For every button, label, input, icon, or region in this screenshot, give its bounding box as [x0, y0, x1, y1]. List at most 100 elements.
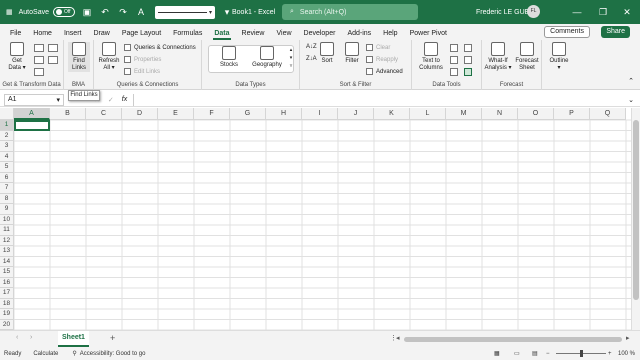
zoom-slider-thumb[interactable] [580, 350, 583, 357]
expand-formula-bar-icon[interactable]: ⌄ [628, 96, 634, 104]
column-header[interactable]: K [374, 108, 410, 120]
forecast-sheet-button[interactable]: Forecast Sheet [514, 42, 540, 72]
row-header[interactable]: 20 [0, 319, 14, 330]
normal-view-icon[interactable]: ▦ [494, 350, 500, 357]
tab-formulas[interactable]: Formulas [167, 30, 208, 40]
reapply-button[interactable]: Reapply [366, 56, 398, 63]
advanced-button[interactable]: Advanced [366, 68, 403, 75]
recent-sources-icon[interactable] [48, 44, 58, 52]
column-header[interactable]: E [158, 108, 194, 120]
consolidate-icon[interactable] [464, 44, 472, 52]
select-all-corner[interactable] [0, 108, 14, 120]
get-data-button[interactable]: Get Data ▾ [6, 42, 28, 72]
row-header[interactable]: 9 [0, 204, 14, 215]
row-header[interactable]: 6 [0, 172, 14, 183]
enter-icon[interactable]: ✓ [108, 96, 114, 104]
insert-function-icon[interactable]: fx [122, 96, 127, 103]
sort-descending-button[interactable]: Z↓A [306, 56, 317, 62]
sort-ascending-button[interactable]: A↓Z [306, 44, 317, 50]
vertical-scroll-thumb[interactable] [633, 120, 639, 300]
tab-draw[interactable]: Draw [87, 30, 115, 40]
user-avatar[interactable]: FL [527, 5, 540, 18]
column-header[interactable]: F [194, 108, 230, 120]
column-header[interactable]: Q [590, 108, 626, 120]
what-if-analysis-button[interactable]: What-If Analysis ▾ [484, 42, 512, 72]
outline-button[interactable]: Outline ▾ [546, 42, 572, 72]
search-box[interactable]: ⌕ Search (Alt+Q) [282, 4, 418, 20]
tab-home[interactable]: Home [27, 30, 58, 40]
tab-power-pivot[interactable]: Power Pivot [404, 30, 453, 40]
prev-sheet-icon[interactable]: ‹ [16, 334, 18, 341]
stocks-button[interactable]: Stocks [214, 42, 244, 69]
close-button[interactable]: ✕ [614, 0, 640, 24]
find-links-button[interactable]: Find Links [68, 42, 90, 72]
row-header[interactable]: 12 [0, 235, 14, 246]
column-header[interactable]: N [482, 108, 518, 120]
share-button[interactable]: Share [601, 26, 630, 38]
column-header[interactable]: P [554, 108, 590, 120]
page-break-view-icon[interactable]: ▤ [532, 350, 538, 357]
status-accessibility[interactable]: Accessibility: Good to go [80, 351, 146, 357]
remove-duplicates-icon[interactable] [450, 56, 458, 64]
column-header[interactable]: M [446, 108, 482, 120]
horizontal-scroll-thumb[interactable] [404, 337, 622, 342]
sheet-tab-active[interactable]: Sheet1 [58, 331, 89, 347]
data-validation-icon[interactable] [450, 68, 458, 76]
column-header[interactable]: H [266, 108, 302, 120]
from-web-icon[interactable] [34, 56, 44, 64]
page-layout-view-icon[interactable]: ▭ [514, 350, 520, 357]
comments-button[interactable]: Comments [544, 26, 590, 38]
tab-data[interactable]: Data [208, 30, 235, 40]
autosave-toggle[interactable]: Off [52, 7, 75, 17]
collapse-ribbon-icon[interactable]: ⌃ [628, 77, 634, 85]
row-header[interactable]: 16 [0, 277, 14, 288]
zoom-level[interactable]: 100 % [618, 351, 635, 357]
queries-connections-button[interactable]: Queries & Connections [124, 44, 196, 51]
column-header[interactable]: L [410, 108, 446, 120]
formula-input[interactable] [133, 93, 628, 106]
sort-button[interactable]: Sort [318, 42, 336, 65]
tab-developer[interactable]: Developer [298, 30, 342, 40]
status-calculate[interactable]: Calculate [33, 351, 58, 357]
tab-help[interactable]: Help [377, 30, 403, 40]
row-header[interactable]: 13 [0, 246, 14, 257]
column-header[interactable]: I [302, 108, 338, 120]
row-header[interactable]: 5 [0, 162, 14, 173]
column-header[interactable]: C [86, 108, 122, 120]
row-header[interactable]: 1 [0, 120, 14, 131]
geography-button[interactable]: Geography [250, 42, 284, 69]
column-header[interactable]: B [50, 108, 86, 120]
relationships-icon[interactable] [464, 56, 472, 64]
properties-button[interactable]: Properties [124, 56, 161, 63]
row-header[interactable]: 15 [0, 267, 14, 278]
zoom-in-icon[interactable]: + [608, 351, 612, 357]
row-header[interactable]: 17 [0, 288, 14, 299]
existing-connections-icon[interactable] [48, 56, 58, 64]
add-sheet-button[interactable]: + [110, 333, 115, 343]
column-header[interactable]: J [338, 108, 374, 120]
from-table-icon[interactable] [34, 68, 44, 76]
save-icon[interactable]: ▣ [81, 6, 93, 18]
tab-view[interactable]: View [270, 30, 297, 40]
column-header[interactable]: G [230, 108, 266, 120]
row-header[interactable]: 2 [0, 130, 14, 141]
font-color-icon[interactable]: A [135, 6, 147, 18]
quick-access-dropdown[interactable]: ▾ [154, 5, 215, 19]
worksheet-grid[interactable]: ABCDEFGHIJKLMNOPQ 1 2 3 4 5 6 7 8 9 10 11 12 13 14 15 1… [0, 108, 640, 330]
tab-file[interactable]: File [4, 30, 27, 40]
vertical-scrollbar[interactable] [631, 108, 640, 330]
zoom-out-icon[interactable]: − [546, 351, 550, 357]
gallery-scroll-icon[interactable]: ▴ ▾ ▿ [288, 46, 294, 72]
row-header[interactable]: 10 [0, 214, 14, 225]
tab-insert[interactable]: Insert [58, 30, 88, 40]
tab-page-layout[interactable]: Page Layout [116, 30, 167, 40]
active-cell[interactable] [14, 120, 50, 131]
row-header[interactable]: 19 [0, 309, 14, 320]
row-header[interactable]: 18 [0, 298, 14, 309]
from-text-icon[interactable] [34, 44, 44, 52]
refresh-all-button[interactable]: Refresh All ▾ [97, 42, 121, 72]
redo-icon[interactable]: ↷ [117, 6, 129, 18]
scroll-right-icon[interactable]: ▸ [626, 334, 630, 342]
row-header[interactable]: 8 [0, 193, 14, 204]
column-header[interactable]: D [122, 108, 158, 120]
